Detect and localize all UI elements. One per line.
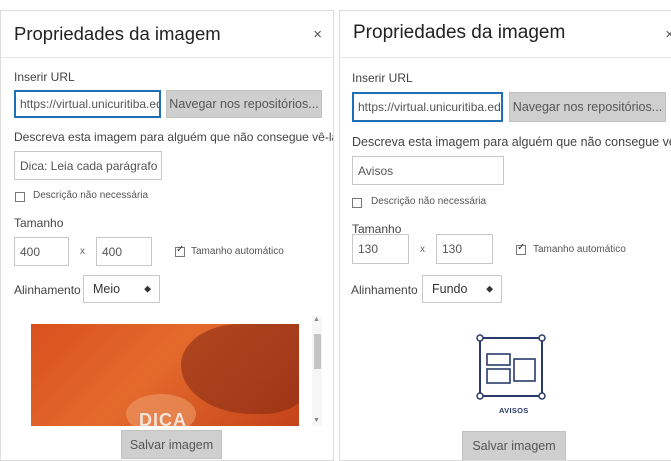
- size-label: Tamanho: [14, 216, 64, 230]
- preview-image-text: DICA: [139, 410, 187, 426]
- url-input[interactable]: https://virtual.unicuritiba.edu: [352, 92, 503, 122]
- image-properties-dialog-right: Propriedades da imagem × Inserir URL htt…: [339, 10, 671, 461]
- dialog-title: Propriedades da imagem: [14, 23, 221, 44]
- alignment-label: Alinhamento: [14, 283, 81, 297]
- auto-size-checkbox[interactable]: [516, 242, 526, 255]
- width-input[interactable]: 130: [352, 234, 409, 264]
- alignment-select[interactable]: Meio ◆: [83, 275, 160, 303]
- close-icon[interactable]: ×: [665, 26, 671, 43]
- times-sign: x: [420, 244, 425, 255]
- avisos-icon: [476, 334, 550, 400]
- alignment-label: Alinhamento: [351, 283, 418, 297]
- description-not-needed-label: Descrição não necessária: [371, 196, 487, 207]
- image-preview-area: DICA: [15, 314, 326, 426]
- alignment-value: Meio: [93, 282, 121, 296]
- describe-label: Descreva esta imagem para alguém que não…: [14, 130, 334, 144]
- height-input[interactable]: 130: [436, 234, 493, 264]
- preview-shape: [181, 324, 299, 414]
- select-arrows-icon: ◆: [144, 283, 151, 294]
- save-image-button[interactable]: Salvar imagem: [121, 430, 222, 459]
- url-label: Inserir URL: [352, 71, 413, 85]
- alignment-value: Fundo: [432, 282, 468, 296]
- save-image-button[interactable]: Salvar imagem: [462, 431, 566, 460]
- description-not-needed-checkbox[interactable]: [15, 192, 25, 202]
- auto-size-checkbox[interactable]: [175, 244, 185, 257]
- dialog-header: Propriedades da imagem ×: [340, 11, 671, 58]
- browse-repositories-button[interactable]: Navegar nos repositórios...: [166, 90, 322, 118]
- times-sign: x: [80, 246, 85, 257]
- select-arrows-icon: ◆: [486, 283, 493, 294]
- url-input[interactable]: https://virtual.unicuritiba.edu: [14, 90, 161, 118]
- width-input[interactable]: 400: [14, 237, 69, 266]
- describe-label: Descreva esta imagem para alguém que não…: [352, 135, 671, 149]
- browse-repositories-button[interactable]: Navegar nos repositórios...: [509, 92, 666, 122]
- description-input[interactable]: Dica: Leia cada parágrafo se: [14, 151, 162, 180]
- dialog-header: Propriedades da imagem ×: [1, 11, 333, 58]
- preview-scrollbar-thumb[interactable]: [314, 334, 321, 369]
- scroll-down-icon[interactable]: ▼: [313, 417, 320, 424]
- description-input[interactable]: Avisos: [352, 156, 504, 185]
- close-icon[interactable]: ×: [313, 26, 322, 43]
- description-not-needed-checkbox[interactable]: [352, 198, 362, 208]
- height-input[interactable]: 400: [96, 237, 152, 266]
- preview-scrollbar[interactable]: [312, 316, 322, 426]
- dialog-title: Propriedades da imagem: [353, 22, 566, 43]
- auto-size-label: Tamanho automático: [191, 246, 284, 257]
- url-label: Inserir URL: [14, 70, 75, 84]
- auto-size-label: Tamanho automático: [533, 244, 626, 255]
- alignment-select[interactable]: Fundo ◆: [422, 275, 502, 303]
- description-not-needed-label: Descrição não necessária: [33, 190, 149, 201]
- preview-caption: AVISOS: [499, 406, 529, 415]
- image-properties-dialog-left: Propriedades da imagem × Inserir URL htt…: [0, 10, 334, 461]
- scroll-up-icon[interactable]: ▲: [313, 316, 320, 323]
- image-preview: DICA: [31, 324, 299, 426]
